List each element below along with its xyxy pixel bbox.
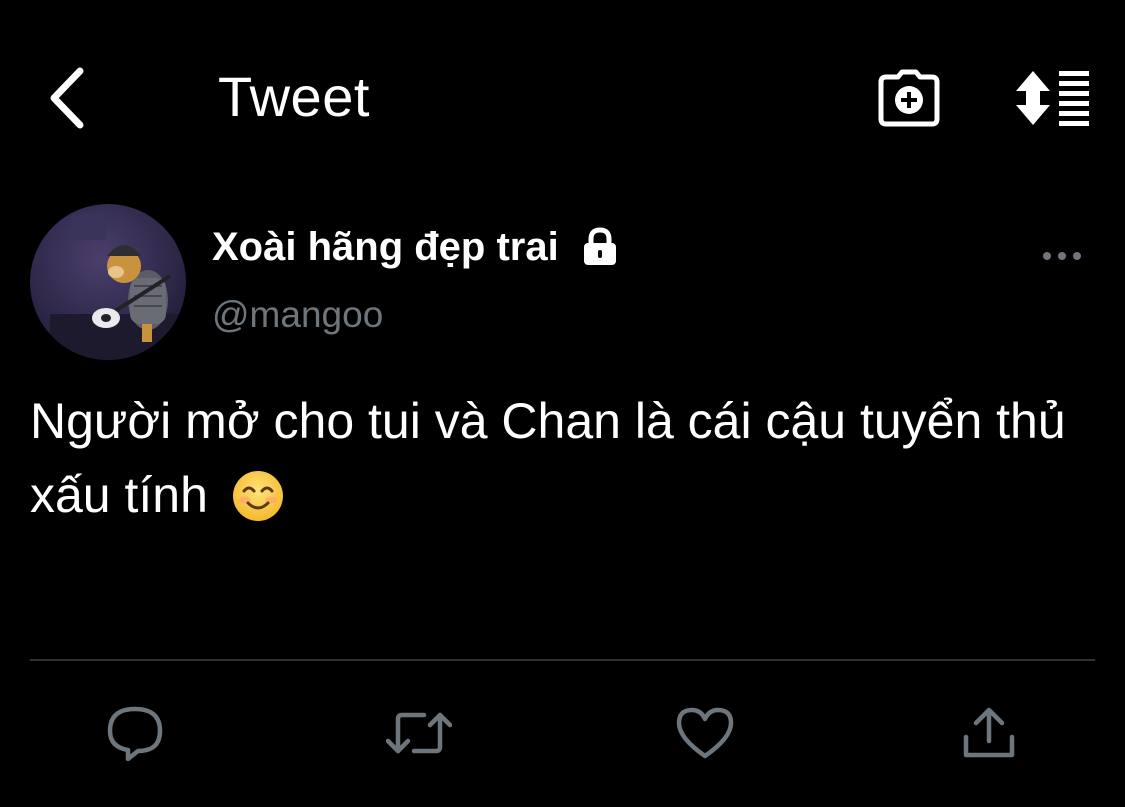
avatar-image bbox=[30, 204, 186, 360]
user-handle[interactable]: @mangoo bbox=[212, 292, 383, 338]
sort-list-icon bbox=[1016, 71, 1089, 126]
retweet-button[interactable] bbox=[386, 700, 452, 766]
smiling-face-emoji bbox=[232, 468, 284, 521]
page-title: Tweet bbox=[218, 65, 370, 128]
more-options-button[interactable] bbox=[1036, 236, 1088, 276]
avatar[interactable] bbox=[30, 204, 186, 360]
comment-icon bbox=[107, 706, 163, 761]
tweet-text: Người mở cho tui và Chan là cái cậu tuyể… bbox=[30, 393, 1080, 523]
retweet-icon bbox=[386, 712, 452, 754]
share-button[interactable] bbox=[956, 700, 1022, 766]
camera-button[interactable] bbox=[872, 62, 946, 134]
lock-icon bbox=[579, 226, 621, 268]
author-name-row: Xoài hãng đẹp trai bbox=[212, 222, 621, 272]
heart-icon bbox=[676, 707, 734, 759]
sort-button[interactable] bbox=[1008, 62, 1096, 134]
back-button[interactable] bbox=[30, 58, 102, 138]
more-horizontal-icon bbox=[1043, 252, 1081, 260]
reply-button[interactable] bbox=[102, 700, 168, 766]
divider bbox=[30, 659, 1095, 661]
chevron-left-icon bbox=[50, 67, 84, 129]
top-nav-bar: Tweet bbox=[0, 0, 1125, 190]
display-name[interactable]: Xoài hãng đẹp trai bbox=[212, 222, 559, 272]
camera-plus-icon bbox=[878, 69, 940, 127]
tweet-text-container: Người mở cho tui và Chan là cái cậu tuyể… bbox=[30, 384, 1110, 532]
share-icon bbox=[963, 707, 1015, 758]
like-button[interactable] bbox=[672, 700, 738, 766]
